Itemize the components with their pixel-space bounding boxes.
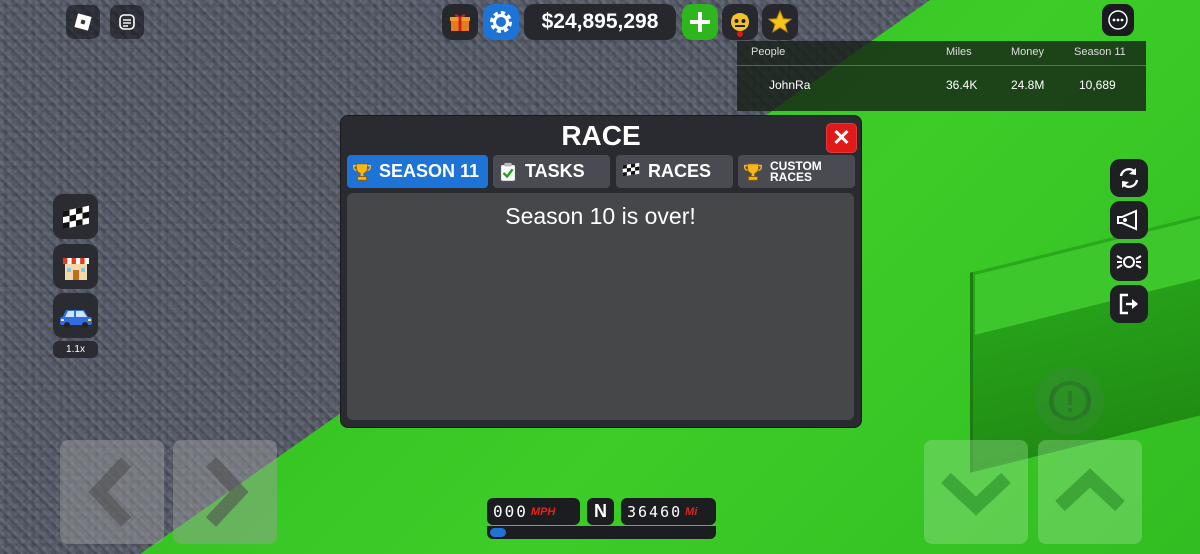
parking-brake-button[interactable]: [1036, 367, 1104, 435]
money-display: $24,895,298: [524, 4, 676, 40]
horn-icon: [1117, 209, 1137, 231]
settings-button[interactable]: [483, 4, 519, 40]
checkered-flag-icon: [62, 205, 89, 229]
race-panel: RACE ✕ SEASON 11 TASKS RACES CUSTOM RACE…: [340, 115, 862, 428]
chat-icon: [119, 14, 135, 30]
progress-bar-fill: [490, 528, 506, 537]
leaderboard-header-season: Season 11: [1074, 46, 1126, 58]
horn-button[interactable]: [1110, 201, 1148, 239]
exit-car-button[interactable]: [1110, 285, 1148, 323]
car-icon: [59, 309, 92, 328]
tab-season[interactable]: SEASON 11: [347, 155, 488, 188]
gift-icon: [450, 14, 470, 31]
roblox-menu-button[interactable]: [66, 5, 100, 39]
refresh-icon: [1119, 168, 1139, 188]
add-money-button[interactable]: [682, 4, 718, 40]
season-content-area: Season 10 is over!: [347, 193, 854, 420]
gear-indicator: N: [587, 498, 614, 525]
miles-value: 36460: [627, 502, 683, 521]
leaderboard-header-money: Money: [1011, 46, 1045, 58]
gift-button[interactable]: [442, 4, 478, 40]
chevron-right-icon: [205, 457, 249, 527]
chat-button[interactable]: [110, 5, 144, 39]
tab-season-label: SEASON 11: [379, 161, 480, 181]
leaderboard-player-miles: 36.4K: [946, 78, 978, 92]
leaderboard-player-money: 24.8M: [1011, 78, 1045, 92]
panel-title: RACE: [561, 120, 641, 151]
leaderboard-player-season: 10,689: [1079, 78, 1116, 92]
tab-races-label: RACES: [648, 161, 712, 181]
headlights-icon: [1116, 255, 1142, 269]
plus-icon: [682, 4, 718, 40]
speed-unit: MPH: [530, 505, 556, 518]
favorites-button[interactable]: [762, 4, 798, 40]
tab-tasks-label: TASKS: [525, 161, 585, 181]
chevron-up-icon: [1055, 468, 1125, 512]
gear-icon: [483, 4, 519, 40]
clipboard-icon: [500, 162, 516, 182]
shop-icon: [62, 257, 89, 280]
progress-bar: [487, 526, 716, 539]
leaderboard-header-miles: Miles: [946, 46, 972, 58]
tab-tasks[interactable]: TASKS: [493, 155, 610, 188]
reset-car-button[interactable]: [1110, 159, 1148, 197]
steer-right-button[interactable]: [173, 440, 277, 544]
tab-races[interactable]: RACES: [616, 155, 733, 188]
odometer: 36460 Mi: [621, 498, 716, 525]
brake-warning-icon: [1048, 381, 1092, 421]
accelerate-button[interactable]: [1038, 440, 1142, 544]
trophy-icon: [744, 162, 762, 181]
leaderboard-divider: [737, 65, 1146, 66]
shop-button[interactable]: [53, 244, 98, 289]
steer-left-button[interactable]: [60, 440, 164, 544]
leaderboard-player-name[interactable]: JohnRa: [769, 78, 810, 92]
leaderboard-header-people: People: [751, 46, 786, 58]
exit-icon: [1119, 293, 1138, 315]
miles-unit: Mi: [685, 505, 698, 518]
close-button[interactable]: ✕: [826, 123, 857, 153]
brake-reverse-button[interactable]: [924, 440, 1028, 544]
cat-face-icon: [731, 13, 749, 37]
star-icon: [767, 9, 793, 33]
headlights-button[interactable]: [1110, 243, 1148, 281]
speed-value: 000: [493, 502, 528, 521]
chevron-left-icon: [88, 457, 132, 527]
close-icon: ✕: [832, 125, 851, 150]
trophy-icon: [353, 162, 371, 181]
race-menu-button[interactable]: [53, 194, 98, 239]
ellipsis-icon: [1108, 10, 1128, 30]
leaderboard: People Miles Money Season 11 JohnRa 36.4…: [737, 41, 1146, 111]
checkered-flag-icon: [622, 162, 640, 176]
season-message: Season 10 is over!: [505, 203, 696, 229]
chevron-down-icon: [941, 472, 1011, 516]
roblox-logo-icon: [74, 13, 92, 31]
friends-button[interactable]: [722, 4, 758, 40]
speed-multiplier-badge: 1.1x: [53, 341, 98, 358]
tab-custom-races[interactable]: CUSTOM RACES: [738, 155, 855, 188]
car-menu-button[interactable]: [53, 293, 98, 338]
speedometer: 000 MPH: [487, 498, 580, 525]
tab-custom-races-label: CUSTOM RACES: [770, 158, 822, 184]
more-options-button[interactable]: [1102, 4, 1134, 36]
